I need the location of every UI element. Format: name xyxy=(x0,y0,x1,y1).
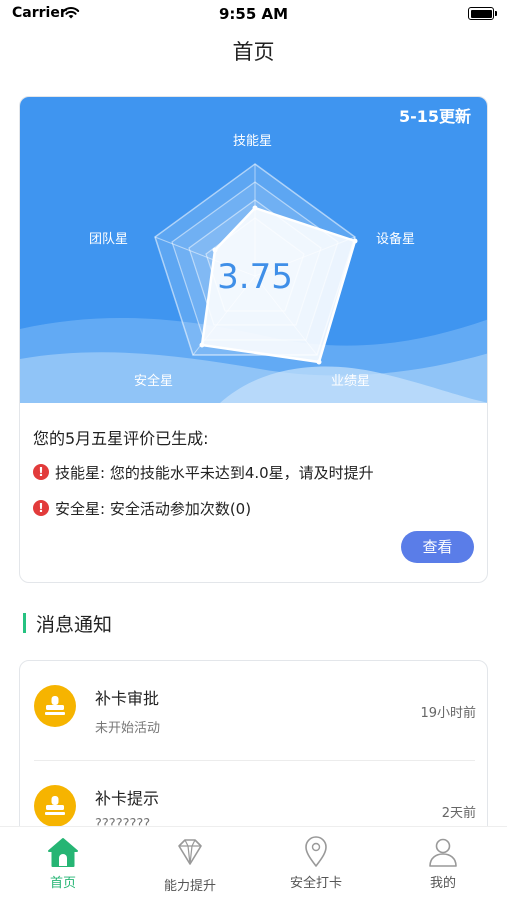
message-time: 19小时前 xyxy=(420,706,476,721)
tab-safety-checkin[interactable]: 安全打卡 xyxy=(253,827,379,900)
tab-label: 首页 xyxy=(49,876,76,891)
tab-me[interactable]: 我的 xyxy=(380,827,506,900)
evaluation-title: 您的5月五星评价已生成: xyxy=(33,429,209,448)
tab-bar: 首页 能力提升 安全打卡 我的 xyxy=(0,826,507,900)
view-button[interactable]: 查看 xyxy=(401,531,474,563)
radar-axis-skill: 技能星 xyxy=(233,134,273,149)
alert-safety: ! 安全星: 安全活动参加次数(0) xyxy=(33,497,251,519)
radar-axis-safety: 安全星 xyxy=(134,374,174,389)
warning-icon: ! xyxy=(33,464,49,480)
status-time: 9:55 AM xyxy=(218,5,289,23)
radar-axis-team: 团队星 xyxy=(89,232,129,247)
user-icon xyxy=(426,835,460,873)
message-subtitle: 未开始活动 xyxy=(95,721,161,736)
stamp-icon xyxy=(34,685,76,727)
stamp-icon xyxy=(34,785,76,827)
list-item[interactable]: 补卡审批 未开始活动 19小时前 xyxy=(20,661,487,761)
section-header: 消息通知 xyxy=(23,610,112,636)
alert-text: 技能星: 您的技能水平未达到4.0星，请及时提升 xyxy=(55,463,374,482)
alert-text: 安全星: 安全活动参加次数(0) xyxy=(55,499,252,518)
overall-score: 3.75 xyxy=(217,257,293,297)
diamond-icon xyxy=(173,835,207,873)
radar-banner: 5-15更新 技能星 设备星 业绩星 安全星 团队星 3.75 xyxy=(20,97,487,403)
tab-home[interactable]: 首页 xyxy=(0,827,126,900)
alert-skill: ! 技能星: 您的技能水平未达到4.0星，请及时提升 xyxy=(33,461,374,483)
message-title: 补卡提示 xyxy=(95,789,160,808)
warning-icon: ! xyxy=(33,500,49,516)
five-star-evaluation-card: 5-15更新 技能星 设备星 业绩星 安全星 团队星 3.75 您的5月五星评价… xyxy=(19,96,488,583)
radar-axis-performance: 业绩星 xyxy=(331,374,371,389)
section-title: 消息通知 xyxy=(36,613,113,636)
section-accent-bar xyxy=(23,613,26,633)
battery-icon xyxy=(468,7,497,20)
page-title: 首页 xyxy=(232,40,275,64)
home-screen: Carrier 9:55 AM 首页 5-15更新 技能星 设备星 业绩星 安全… xyxy=(0,0,507,900)
tab-label: 能力提升 xyxy=(163,879,216,894)
home-icon xyxy=(46,835,80,873)
radar-axis-equipment: 设备星 xyxy=(376,232,416,247)
message-time: 2天前 xyxy=(441,806,476,821)
tab-label: 我的 xyxy=(429,876,456,891)
status-bar: Carrier 9:55 AM xyxy=(0,0,507,30)
location-icon xyxy=(299,835,333,873)
tab-label: 安全打卡 xyxy=(289,876,342,891)
message-title: 补卡审批 xyxy=(95,689,160,708)
tab-ability[interactable]: 能力提升 xyxy=(127,827,253,900)
